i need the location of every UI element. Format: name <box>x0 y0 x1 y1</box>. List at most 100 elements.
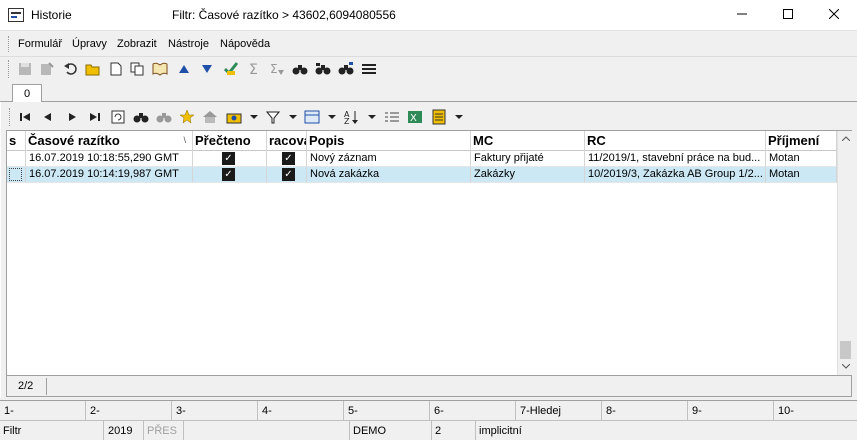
rc-cell: 11/2019/1, stavební práce na bud... <box>585 151 766 167</box>
refresh-icon[interactable] <box>109 108 127 126</box>
read-cell: ✓ <box>193 167 267 183</box>
work-cell: ✓ <box>267 167 307 183</box>
sort-az-icon[interactable]: AZ <box>343 108 361 126</box>
new-document-icon[interactable] <box>107 60 125 78</box>
arrow-up-icon[interactable] <box>175 60 193 78</box>
open-folder-icon[interactable] <box>84 60 102 78</box>
scrollbar-thumb[interactable] <box>840 341 851 359</box>
report-icon[interactable] <box>430 108 448 126</box>
row-focus-marker <box>9 168 22 181</box>
status-year: 2019 <box>104 421 144 440</box>
grid-find-icon[interactable] <box>132 108 150 126</box>
close-button[interactable] <box>811 0 857 31</box>
save-close-icon[interactable] <box>38 60 56 78</box>
minimize-button[interactable] <box>719 0 765 31</box>
work-checkbox[interactable]: ✓ <box>282 152 295 165</box>
menu-upravy[interactable]: Úpravy <box>72 38 107 50</box>
description-cell: Nová zakázka <box>307 167 471 183</box>
filter-icon[interactable] <box>264 108 282 126</box>
next-record-icon[interactable] <box>63 108 81 126</box>
fkey-10[interactable]: 10- <box>774 401 857 421</box>
counter-divider <box>46 378 47 395</box>
read-cell: ✓ <box>193 151 267 167</box>
fkey-2[interactable]: 2- <box>86 401 172 421</box>
vertical-scrollbar[interactable] <box>837 131 852 375</box>
close-icon <box>828 8 840 22</box>
svg-text:Σ: Σ <box>249 62 258 76</box>
excel-export-icon[interactable]: X <box>406 108 424 126</box>
column-header-work[interactable]: racová <box>267 131 307 151</box>
tree-list-icon[interactable] <box>383 108 401 126</box>
column-header-rc[interactable]: RC <box>585 131 766 151</box>
menu-zobrazit[interactable]: Zobrazit <box>117 38 157 50</box>
menu-nastroje[interactable]: Nástroje <box>168 38 209 50</box>
status-number: 2 <box>432 421 476 440</box>
column-header-timestamp[interactable]: Časové razítko \ <box>26 131 193 151</box>
fkey-7-search[interactable]: 7-Hledej <box>516 401 602 421</box>
column-header-surname[interactable]: Příjmení <box>766 131 837 151</box>
camera-icon[interactable] <box>225 108 243 126</box>
work-checkbox[interactable]: ✓ <box>282 168 295 181</box>
column-header-description[interactable]: Popis <box>307 131 471 151</box>
arrow-down-icon[interactable] <box>198 60 216 78</box>
tab-0[interactable]: 0 <box>12 84 42 103</box>
function-key-bar: 1- 2- 3- 4- 5- 6- 7-Hledej 8- 9- 10- <box>0 400 857 421</box>
columns-dropdown-icon[interactable] <box>323 108 341 126</box>
menu-grip <box>8 36 10 52</box>
home-icon[interactable] <box>201 108 219 126</box>
toolbar-grip <box>8 60 9 78</box>
scroll-up-icon[interactable] <box>838 131 853 146</box>
scroll-down-icon[interactable] <box>838 359 853 374</box>
sum-filter-icon[interactable]: Σ <box>268 60 286 78</box>
surname-cell: Motan <box>766 151 837 167</box>
camera-dropdown-icon[interactable] <box>245 108 263 126</box>
fkey-8[interactable]: 8- <box>602 401 688 421</box>
fkey-9[interactable]: 9- <box>688 401 774 421</box>
filter-dropdown-icon[interactable] <box>284 108 302 126</box>
fkey-1[interactable]: 1- <box>0 401 86 421</box>
menu-napoveda[interactable]: Nápověda <box>220 38 270 50</box>
save-icon[interactable] <box>16 60 34 78</box>
columns-icon[interactable] <box>303 108 321 126</box>
find-replace-icon[interactable] <box>337 60 355 78</box>
rc-cell: 10/2019/3, Zakázka AB Group 1/2... <box>585 167 766 183</box>
list-menu-icon[interactable] <box>360 60 378 78</box>
record-counter-bar: 2/2 <box>6 376 852 397</box>
mc-cell: Zakázky <box>471 167 585 183</box>
row-status-cell <box>7 151 26 167</box>
table-row-selected[interactable]: 16.07.2019 10:14:19,987 GMT ✓ ✓ Nová zak… <box>7 167 837 183</box>
menu-formular[interactable]: Formulář <box>18 38 62 50</box>
check-list-icon[interactable] <box>222 60 240 78</box>
fkey-6[interactable]: 6- <box>430 401 516 421</box>
report-dropdown-icon[interactable] <box>450 108 468 126</box>
fkey-3[interactable]: 3- <box>172 401 258 421</box>
grid-find-next-icon[interactable] <box>155 108 173 126</box>
find-next-icon[interactable] <box>314 60 332 78</box>
status-filter: Filtr <box>0 421 104 440</box>
sort-indicator: \ <box>183 135 186 145</box>
undo-icon[interactable] <box>61 60 79 78</box>
star-add-icon[interactable] <box>178 108 196 126</box>
copy-document-icon[interactable] <box>128 60 146 78</box>
column-header-mc[interactable]: MC <box>471 131 585 151</box>
svg-text:Z: Z <box>344 117 350 125</box>
read-checkbox[interactable]: ✓ <box>222 152 235 165</box>
find-icon[interactable] <box>291 60 309 78</box>
maximize-button[interactable] <box>765 0 811 31</box>
column-header-read[interactable]: Přečteno <box>193 131 267 151</box>
column-header-s[interactable]: s <box>7 131 26 151</box>
sum-icon[interactable]: Σ <box>245 60 263 78</box>
fkey-4[interactable]: 4- <box>258 401 344 421</box>
first-record-icon[interactable] <box>16 108 34 126</box>
sort-dropdown-icon[interactable] <box>363 108 381 126</box>
book-icon[interactable] <box>151 60 169 78</box>
last-record-icon[interactable] <box>86 108 104 126</box>
read-checkbox[interactable]: ✓ <box>222 168 235 181</box>
fkey-5[interactable]: 5- <box>344 401 430 421</box>
status-overwrite: PŘES <box>144 421 184 440</box>
previous-record-icon[interactable] <box>39 108 57 126</box>
history-grid[interactable]: s Časové razítko \ Přečteno racová Popis… <box>6 130 852 376</box>
table-row[interactable]: 16.07.2019 10:18:55,290 GMT ✓ ✓ Nový záz… <box>7 151 837 167</box>
grid-toolbar-grip <box>9 108 10 126</box>
surname-cell: Motan <box>766 167 837 183</box>
